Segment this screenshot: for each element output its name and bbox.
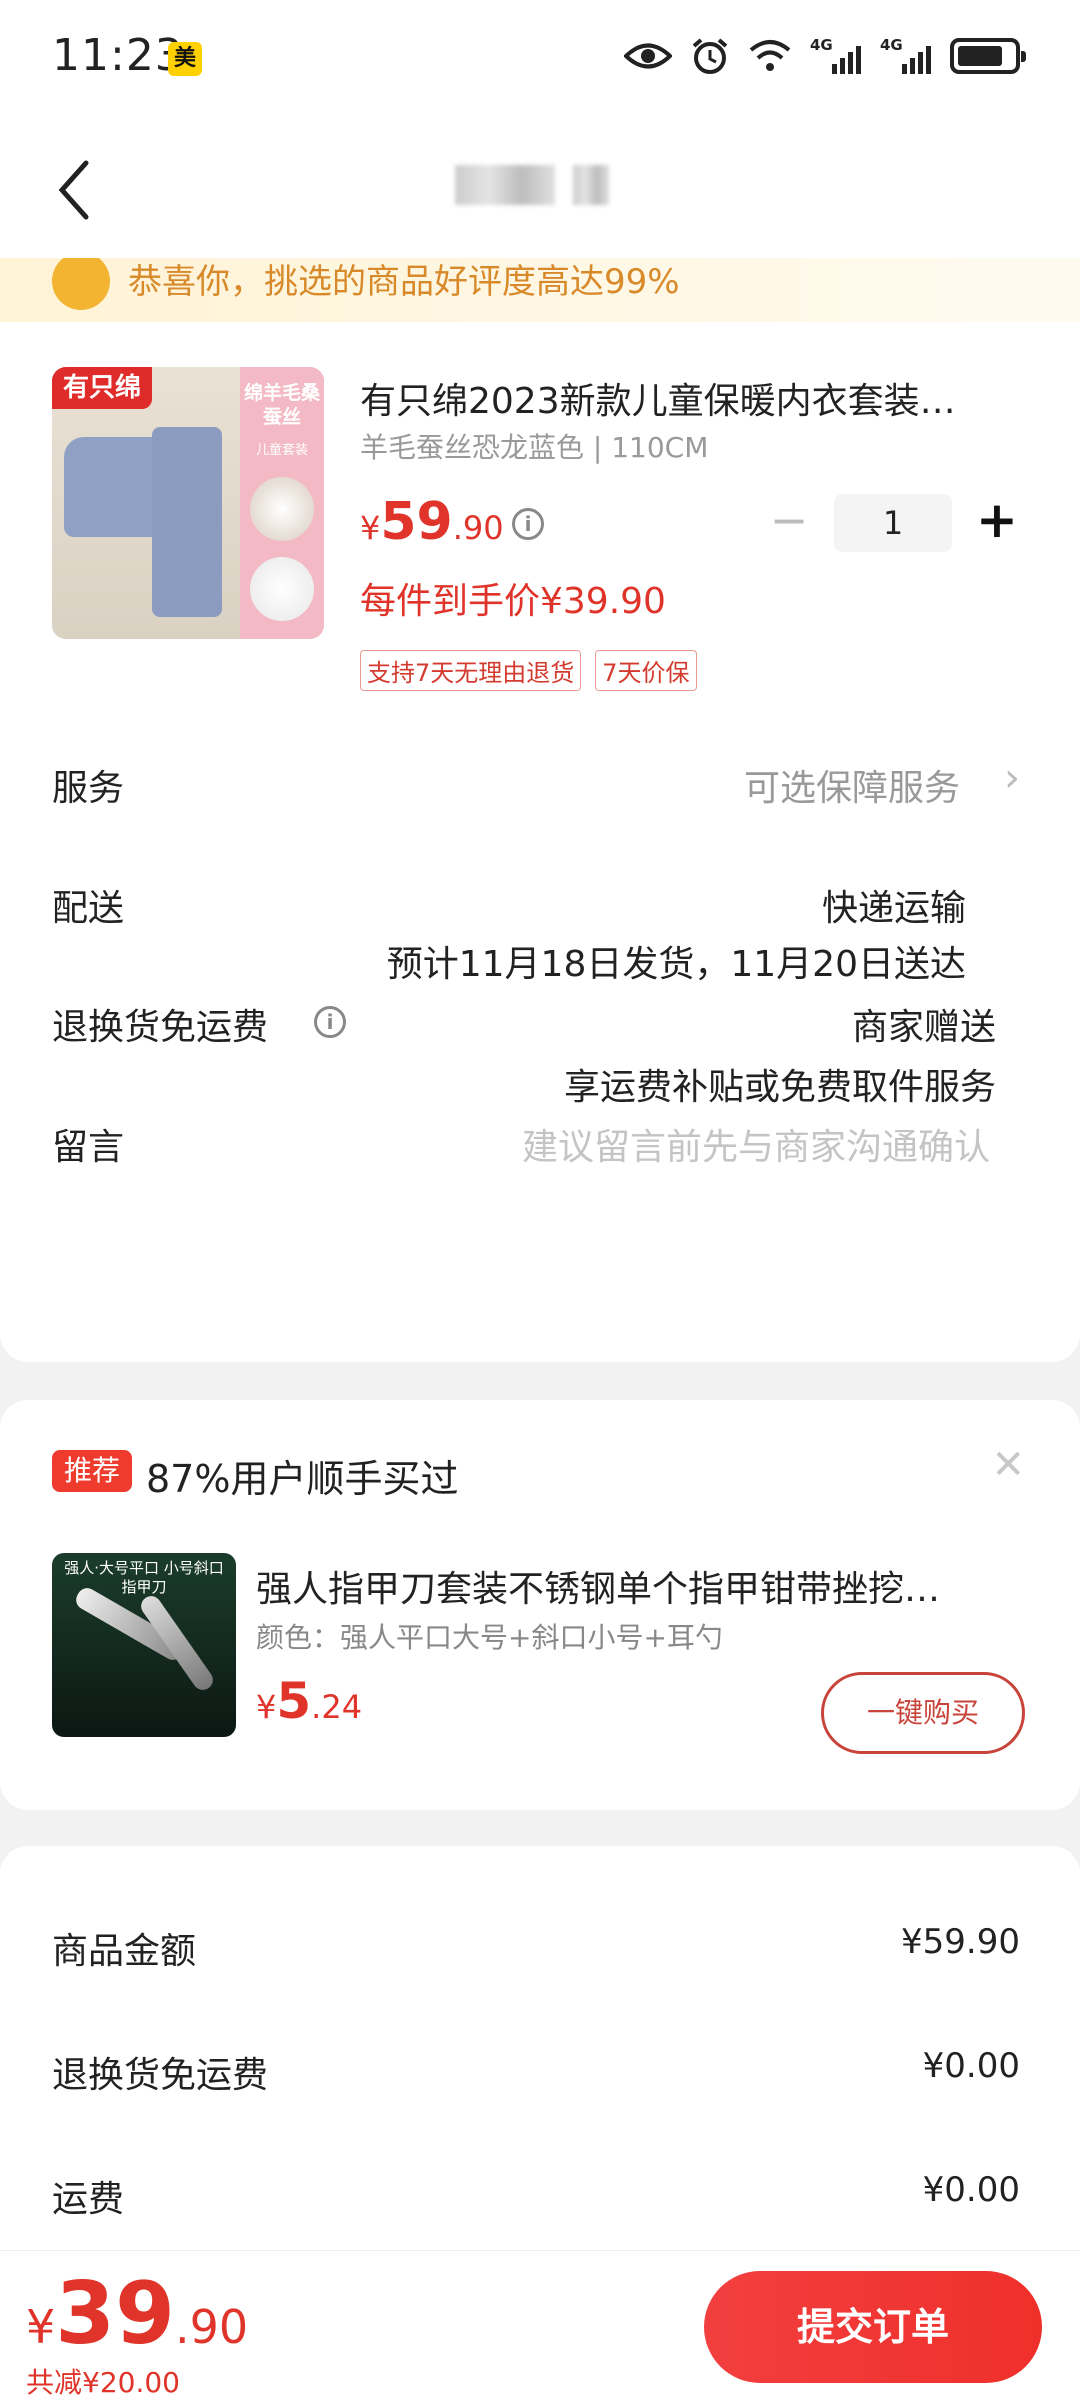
price-protection-tag: 7天价保 [595,650,697,691]
notice-text: 恭喜你，挑选的商品好评度高达99% [128,262,680,302]
price-decimal: .24 [311,1688,363,1726]
return-shipping-desc: 享运费补贴或免费取件服务 [563,1067,996,1108]
battery-icon [950,38,1026,74]
summary-label: 商品金额 [52,1931,197,1972]
summary-value: ¥59.90 [901,1922,1020,1962]
chevron-right-icon[interactable]: › [1004,755,1020,801]
total-discount: 共减¥20.00 [26,2366,180,2399]
recommended-product-spec: 颜色：强人平口大号+斜口小号+耳勺 [256,1621,723,1654]
pants-illustration [152,427,222,617]
wifi-icon [748,38,792,74]
recommended-product-title[interactable]: 强人指甲刀套装不锈钢单个指甲钳带挫挖… [256,1560,1006,1612]
message-label: 留言 [52,1127,125,1168]
back-button[interactable] [52,155,112,225]
price-integer: 39 [55,2264,175,2364]
message-input[interactable]: 建议留言前先与商家沟通确认 [522,1118,990,1170]
service-tags: 支持7天无理由退货 7天价保 [360,650,697,691]
price-decimal: .90 [174,2300,249,2354]
product-image[interactable]: 绵羊毛桑蚕丝 儿童套装 有只绵 [52,367,324,639]
service-label: 服务 [52,768,125,809]
price-integer: 59 [380,492,453,552]
price-symbol: ¥ [256,1688,277,1726]
alarm-icon [690,36,730,76]
price-symbol: ¥ [360,509,381,547]
status-icons: 4G 4G [624,34,1026,78]
price-decimal: .90 [452,509,504,547]
order-item-card: 绵羊毛桑蚕丝 儿童套装 有只绵 有只绵2023新款儿童保暖内衣套装… 羊毛蚕丝恐… [0,322,1080,1362]
delivery-eta: 预计11月18日发货，11月20日送达 [386,944,966,985]
recommend-badge: 推荐 [52,1450,132,1492]
brand-label: 有只绵 [52,367,152,409]
cellular-signal-icon: 4G [880,36,932,76]
product-spec[interactable]: 羊毛蚕丝恐龙蓝色 | 110CM [360,426,708,466]
price-symbol: ¥ [26,2300,56,2354]
product-price: ¥59.90 [360,492,504,552]
summary-value: ¥0.00 [922,2046,1020,2086]
recommended-product-price: ¥5.24 [256,1672,362,1730]
quantity-value[interactable]: 1 [834,494,952,552]
summary-row: 退换货免运费 ¥0.00 [52,2046,1020,2098]
quantity-stepper: − 1 + [766,494,1020,552]
rating-notice-banner: 恭喜你，挑选的商品好评度高达99% [0,258,1080,322]
product-image-side-label: 绵羊毛桑蚕丝 [244,382,321,428]
close-icon[interactable]: ✕ [991,1442,1025,1488]
price-integer: 5 [276,1672,312,1730]
each-final-price: 每件到手价¥39.90 [360,581,666,622]
network-type-label: 4G [810,36,833,54]
service-option[interactable]: 可选保障服务 [744,759,960,811]
status-time: 11:23 [52,30,184,81]
delivery-method[interactable]: 快递运输 [822,879,966,931]
meituan-app-icon: 美 [168,42,202,76]
recommendation-card: 推荐 87%用户顺手买过 ✕ 强人·大号平口 小号斜口指甲刀 强人指甲刀套装不锈… [0,1400,1080,1810]
total-price: ¥39.90 [26,2271,248,2357]
return-info-icon[interactable]: i [314,1006,346,1038]
page-header [0,115,1080,260]
decrease-quantity-button[interactable]: − [766,497,812,546]
product-title[interactable]: 有只绵2023新款儿童保暖内衣套装… [360,372,1000,424]
status-bar: 11:23 美 4G 4G [0,0,1080,115]
recommendation-title: 87%用户顺手买过 [146,1457,459,1501]
summary-label: 退换货免运费 [52,2055,269,2096]
summary-row: 商品金额 ¥59.90 [52,1922,1020,1974]
return-shipping-value: 商家赠送 [851,1007,996,1048]
increase-quantity-button[interactable]: + [974,495,1020,546]
chevron-left-icon [58,160,89,220]
page-title-blurred [455,165,609,205]
smile-icon [52,258,110,310]
recommended-product-image[interactable]: 强人·大号平口 小号斜口指甲刀 [52,1553,236,1737]
return-shipping-label: 退换货免运费 [52,1007,269,1048]
price-summary-card: 商品金额 ¥59.90 退换货免运费 ¥0.00 运费 ¥0.00 [0,1846,1080,2266]
summary-value: ¥0.00 [922,2170,1020,2210]
product-image-side-sub: 儿童套装 [255,443,308,458]
eye-icon [624,39,672,73]
summary-label: 运费 [52,2179,125,2220]
price-info-icon[interactable]: i [512,508,544,540]
delivery-label: 配送 [52,888,125,929]
return-policy-tag: 支持7天无理由退货 [360,650,582,691]
submit-order-button[interactable]: 提交订单 [704,2271,1042,2383]
cellular-signal-icon: 4G [810,36,862,76]
network-type-label: 4G [880,36,903,54]
summary-row: 运费 ¥0.00 [52,2170,1020,2222]
one-click-buy-button[interactable]: 一键购买 [821,1672,1025,1754]
checkout-bar: ¥39.90 共减¥20.00 提交订单 [0,2250,1080,2400]
